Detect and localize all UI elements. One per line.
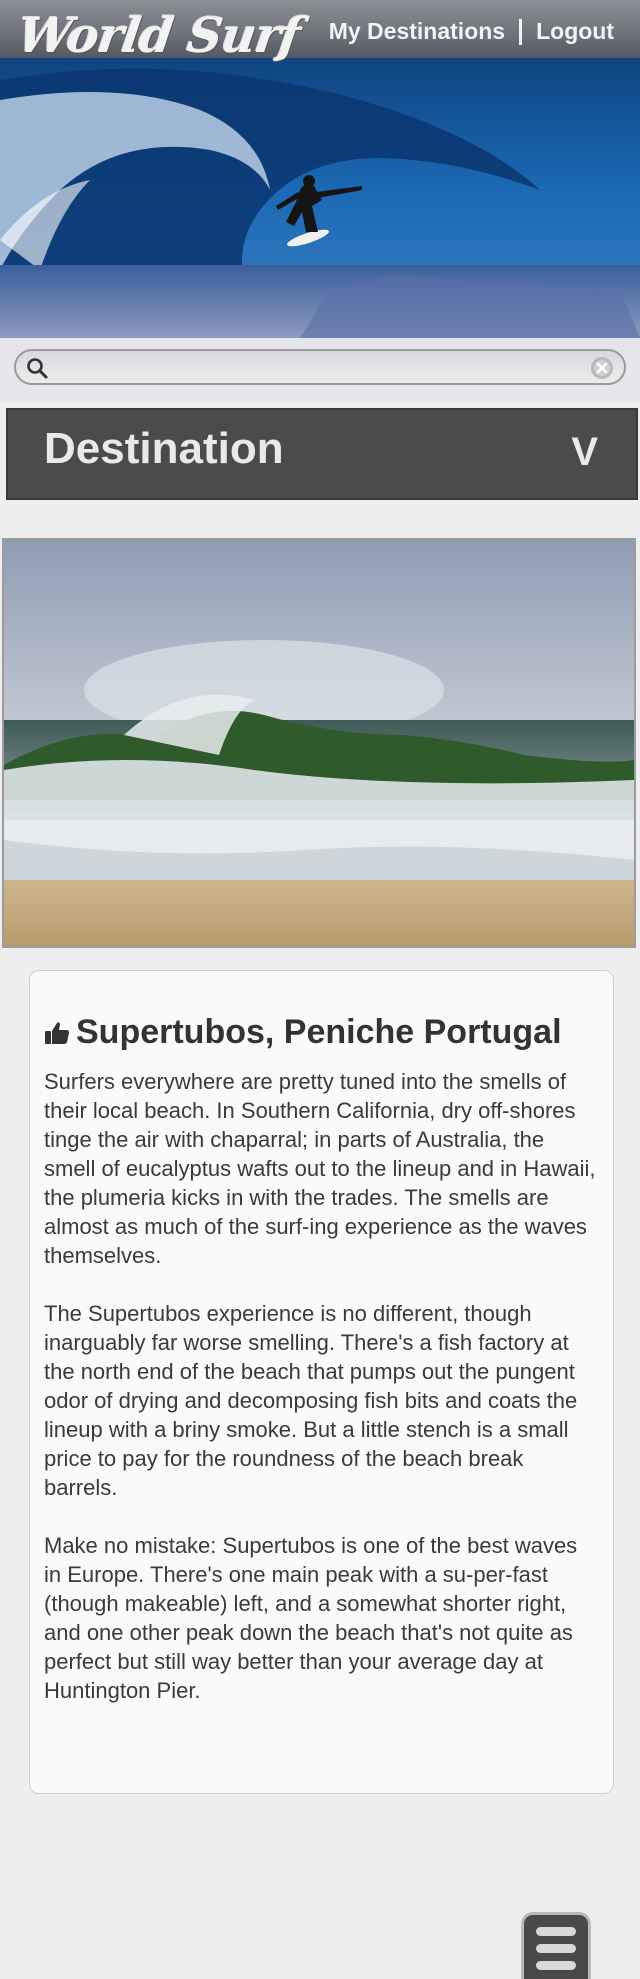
chevron-down-icon: V bbox=[571, 430, 598, 474]
nav-divider bbox=[519, 18, 523, 45]
surfer-wave-image bbox=[0, 40, 640, 338]
my-destinations-link[interactable]: My Destinations bbox=[329, 18, 505, 45]
menu-icon bbox=[536, 1927, 576, 1936]
search-bar-container bbox=[0, 338, 640, 402]
world-surf-logo[interactable]: World Surf bbox=[14, 8, 303, 64]
menu-button[interactable] bbox=[521, 1912, 591, 1979]
supertubos-wave-image bbox=[4, 540, 634, 946]
description-paragraph: Surfers everywhere are pretty tuned into… bbox=[44, 1069, 596, 1268]
description-paragraph: The Supertubos experience is no differen… bbox=[44, 1301, 578, 1500]
spot-description: Surfers everywhere are pretty tuned into… bbox=[44, 1067, 600, 1734]
header-banner: World Surf My Destinations Logout bbox=[0, 0, 640, 338]
top-nav: My Destinations Logout bbox=[329, 18, 614, 45]
destination-title: Destination bbox=[44, 424, 284, 473]
description-paragraph: Make no mistake: Supertubos is one of th… bbox=[44, 1533, 578, 1703]
logout-link[interactable]: Logout bbox=[536, 18, 614, 45]
clear-icon[interactable] bbox=[590, 356, 614, 380]
menu-icon bbox=[536, 1961, 576, 1970]
search-field bbox=[14, 349, 626, 385]
thumbs-up-icon[interactable] bbox=[44, 1020, 70, 1046]
menu-icon bbox=[536, 1944, 576, 1953]
spot-detail-card: Supertubos, Peniche Portugal Surfers eve… bbox=[29, 970, 614, 1794]
search-icon bbox=[27, 358, 48, 379]
spot-title: Supertubos, Peniche Portugal bbox=[44, 1013, 562, 1052]
spot-title-text: Supertubos, Peniche Portugal bbox=[76, 1013, 562, 1051]
destination-toggle[interactable]: Destination V bbox=[6, 408, 638, 500]
spot-photo bbox=[2, 538, 636, 948]
search-input[interactable] bbox=[56, 354, 580, 382]
